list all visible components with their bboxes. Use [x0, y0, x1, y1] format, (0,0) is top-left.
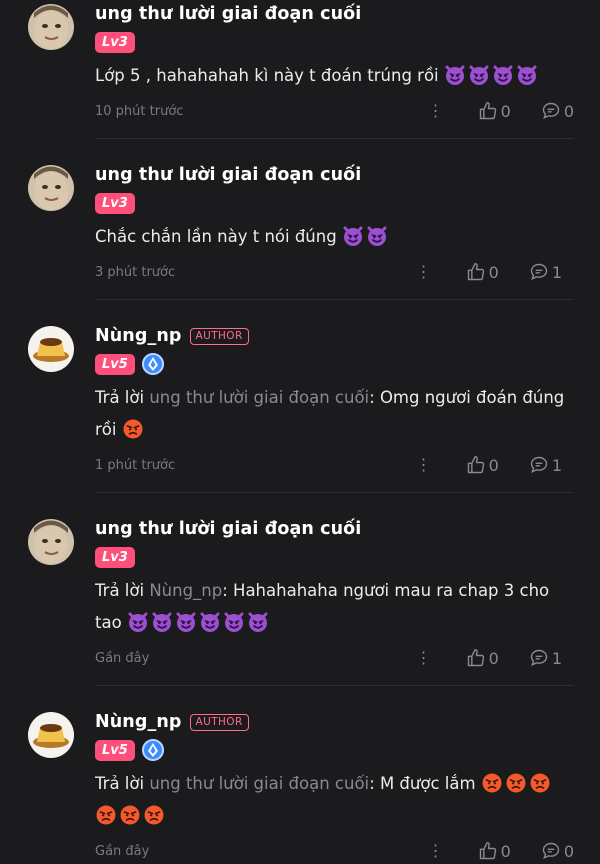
- smiling-devil-emoji: [199, 611, 221, 633]
- more-vertical-icon[interactable]: ⋮: [424, 843, 448, 859]
- comment-item: ung thư lười giai đoạn cuối Lv3 Chắc chắ…: [0, 139, 600, 300]
- level-badge: Lv5: [95, 739, 135, 761]
- level-badge: Lv3: [95, 31, 135, 53]
- thumbs-up-icon: [479, 841, 496, 860]
- smiling-devil-emoji: [366, 225, 388, 247]
- angry-face-emoji: [481, 772, 503, 794]
- comment-item: Nùng_np AUTHOR Lv5 Trả lời ung thư lười …: [0, 686, 600, 864]
- timestamp: Gần đây: [95, 650, 150, 666]
- more-vertical-icon[interactable]: ⋮: [424, 103, 448, 119]
- like-count: 0: [500, 101, 511, 121]
- timestamp: 1 phút trước: [95, 457, 176, 473]
- reply-mention[interactable]: Nùng_np: [149, 581, 222, 600]
- angry-face-emoji: [505, 772, 527, 794]
- more-vertical-icon[interactable]: ⋮: [412, 650, 436, 666]
- thumbs-up-icon: [467, 648, 484, 667]
- comment-bubble-icon: [542, 842, 560, 859]
- smiling-devil-emoji: [175, 611, 197, 633]
- username[interactable]: Nùng_np: [95, 326, 182, 346]
- reply-button[interactable]: 0: [541, 841, 574, 861]
- angry-face-emoji: [143, 804, 165, 826]
- smiling-devil-emoji: [444, 64, 466, 86]
- comment-item: ung thư lười giai đoạn cuối Lv3 Lớp 5 , …: [0, 0, 600, 139]
- reply-button[interactable]: 1: [529, 262, 562, 282]
- comment-text: Trả lời ung thư lười giai đoạn cuối: M đ…: [95, 768, 574, 832]
- like-button[interactable]: 0: [466, 455, 499, 475]
- level-medal-icon: [141, 353, 164, 375]
- comment-bubble-icon: [530, 649, 548, 666]
- author-tag: AUTHOR: [189, 713, 249, 731]
- comment-item: ung thư lười giai đoạn cuối Lv3 Trả lời …: [0, 493, 600, 686]
- angry-face-emoji: [95, 804, 117, 826]
- like-button[interactable]: 0: [478, 841, 511, 861]
- smiling-devil-emoji: [492, 64, 514, 86]
- reply-mention[interactable]: ung thư lười giai đoạn cuối: [149, 388, 369, 407]
- comment-bubble-icon: [542, 102, 560, 119]
- thumbs-up-icon: [467, 455, 484, 474]
- smiling-devil-emoji: [151, 611, 173, 633]
- like-button[interactable]: 0: [466, 648, 499, 668]
- username[interactable]: ung thư lười giai đoạn cuối: [95, 519, 361, 539]
- thumbs-up-icon: [467, 262, 484, 281]
- reply-mention[interactable]: ung thư lười giai đoạn cuối: [149, 774, 369, 793]
- level-medal-icon: [141, 739, 164, 761]
- level-badge: Lv3: [95, 546, 135, 568]
- smiling-devil-emoji: [223, 611, 245, 633]
- reply-button[interactable]: 0: [541, 101, 574, 121]
- like-count: 0: [488, 455, 499, 475]
- username[interactable]: ung thư lười giai đoạn cuối: [95, 165, 361, 185]
- reply-count: 1: [551, 455, 562, 475]
- reply-button[interactable]: 1: [529, 648, 562, 668]
- comment-item: Nùng_np AUTHOR Lv5 Trả lời ung thư lười …: [0, 300, 600, 493]
- avatar[interactable]: [28, 165, 74, 211]
- angry-face-emoji: [122, 418, 144, 440]
- avatar[interactable]: [28, 519, 74, 565]
- reply-count: 1: [551, 648, 562, 668]
- author-tag: AUTHOR: [189, 327, 249, 345]
- comment-text: Lớp 5 , hahahahah kì này t đoán trúng rồ…: [95, 60, 574, 92]
- avatar[interactable]: [28, 4, 74, 50]
- avatar[interactable]: [28, 326, 74, 372]
- timestamp: Gần đây: [95, 843, 150, 859]
- comment-text: Trả lời ung thư lười giai đoạn cuối: Omg…: [95, 388, 565, 440]
- username[interactable]: ung thư lười giai đoạn cuối: [95, 4, 361, 24]
- username[interactable]: Nùng_np: [95, 712, 182, 732]
- more-vertical-icon[interactable]: ⋮: [412, 264, 436, 280]
- smiling-devil-emoji: [247, 611, 269, 633]
- comment-bubble-icon: [530, 263, 548, 280]
- smiling-devil-emoji: [516, 64, 538, 86]
- angry-face-emoji: [529, 772, 551, 794]
- smiling-devil-emoji: [127, 611, 149, 633]
- avatar[interactable]: [28, 712, 74, 758]
- reply-count: 0: [563, 101, 574, 121]
- comment-text: Trả lời Nùng_np: Hahahahaha ngươi mau ra…: [95, 581, 550, 633]
- thumbs-up-icon: [479, 101, 496, 120]
- more-vertical-icon[interactable]: ⋮: [412, 457, 436, 473]
- like-count: 0: [488, 648, 499, 668]
- smiling-devil-emoji: [468, 64, 490, 86]
- comment-text: Chắc chắn lần này t nói đúng: [95, 221, 574, 253]
- reply-count: 1: [551, 262, 562, 282]
- reply-button[interactable]: 1: [529, 455, 562, 475]
- smiling-devil-emoji: [342, 225, 364, 247]
- like-count: 0: [488, 262, 499, 282]
- level-badge: Lv3: [95, 192, 135, 214]
- like-button[interactable]: 0: [466, 262, 499, 282]
- comment-bubble-icon: [530, 456, 548, 473]
- timestamp: 3 phút trước: [95, 264, 176, 280]
- angry-face-emoji: [119, 804, 141, 826]
- like-button[interactable]: 0: [478, 101, 511, 121]
- timestamp: 10 phút trước: [95, 103, 184, 119]
- level-badge: Lv5: [95, 353, 135, 375]
